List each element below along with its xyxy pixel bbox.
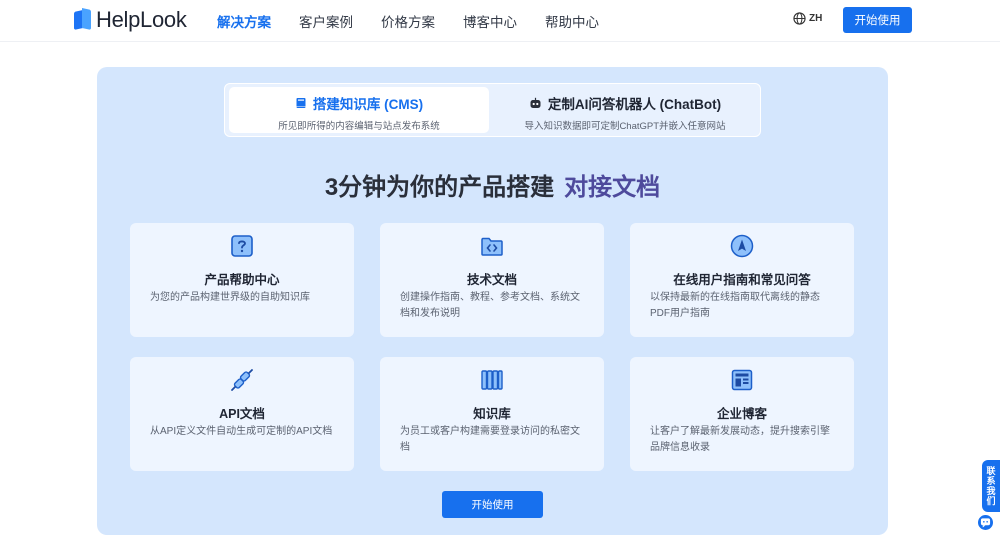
nav-item-blog[interactable]: 博客中心 <box>463 11 517 31</box>
language-switcher[interactable]: ZH <box>793 12 822 25</box>
top-navbar: HelpLook 解决方案 客户案例 价格方案 博客中心 帮助中心 ZH 开始使… <box>0 0 1000 42</box>
nav-item-pricing[interactable]: 价格方案 <box>381 11 435 31</box>
card-tech-docs[interactable]: 技术文档 创建操作指南、教程、参考文档、系统文档和发布说明 <box>380 223 604 337</box>
card-title: 技术文档 <box>466 273 517 287</box>
chat-icon <box>980 518 991 528</box>
heading-main: 3分钟为你的产品搭建 <box>324 174 555 201</box>
chat-button[interactable] <box>976 513 995 532</box>
card-title: API文档 <box>219 407 265 421</box>
card-desc: 让客户了解最新发展动态，提升搜索引擎品牌信息收录 <box>650 426 830 453</box>
logo-text: HelpLook <box>96 7 187 32</box>
contact-us-tab[interactable]: 联系我们 <box>982 460 1000 512</box>
card-title: 企业博客 <box>716 407 767 421</box>
book-icon <box>295 97 307 109</box>
nav-item-customers[interactable]: 客户案例 <box>299 11 353 31</box>
card-user-guide[interactable]: 在线用户指南和常见问答 以保持最新的在线指南取代离线的静态PDF用户指南 <box>630 223 854 337</box>
card-title: 知识库 <box>473 407 511 421</box>
main-nav: 解决方案 客户案例 价格方案 博客中心 帮助中心 <box>217 0 627 42</box>
solutions-panel: 搭建知识库 (CMS) 所见即所得的内容编辑与站点发布系统 定制AI问答机器人 … <box>97 67 888 535</box>
logo[interactable]: HelpLook <box>74 7 187 33</box>
heading-highlight: 对接文档 <box>564 174 661 201</box>
card-desc: 创建操作指南、教程、参考文档、系统文档和发布说明 <box>400 292 580 319</box>
nav-item-help[interactable]: 帮助中心 <box>545 11 599 31</box>
books-icon <box>380 368 604 392</box>
card-knowledge-base[interactable]: 知识库 为员工或客户构建需要登录访问的私密文档 <box>380 357 604 471</box>
page-heading: 3分钟为你的产品搭建 对接文档 <box>97 167 888 202</box>
tab-chatbot-title: 定制AI问答机器人 (ChatBot) <box>547 97 722 112</box>
card-desc: 为您的产品构建世界级的自助知识库 <box>150 292 310 303</box>
card-title: 产品帮助中心 <box>204 273 280 287</box>
card-title: 在线用户指南和常见问答 <box>673 273 811 287</box>
globe-icon <box>793 12 806 25</box>
card-company-blog[interactable]: 企业博客 让客户了解最新发展动态，提升搜索引擎品牌信息收录 <box>630 357 854 471</box>
plug-icon <box>130 368 354 392</box>
language-label: ZH <box>809 13 823 24</box>
start-button-header[interactable]: 开始使用 <box>843 7 912 33</box>
tab-cms[interactable]: 搭建知识库 (CMS) 所见即所得的内容编辑与站点发布系统 <box>229 87 489 133</box>
blog-icon <box>630 368 854 392</box>
nav-item-solutions[interactable]: 解决方案 <box>217 11 271 31</box>
tab-cms-title: 搭建知识库 (CMS) <box>312 97 424 112</box>
tab-chatbot[interactable]: 定制AI问答机器人 (ChatBot) 导入知识数据即可定制ChatGPT并嵌入… <box>493 87 757 133</box>
robot-icon <box>529 97 542 109</box>
code-folder-icon <box>380 234 604 258</box>
card-help-center[interactable]: 产品帮助中心 为您的产品构建世界级的自助知识库 <box>130 223 354 337</box>
tab-cms-subtitle: 所见即所得的内容编辑与站点发布系统 <box>278 121 440 132</box>
product-switcher: 搭建知识库 (CMS) 所见即所得的内容编辑与站点发布系统 定制AI问答机器人 … <box>224 83 761 137</box>
question-icon <box>130 234 354 258</box>
card-desc: 为员工或客户构建需要登录访问的私密文档 <box>400 426 580 453</box>
helplook-logo-icon <box>74 8 92 31</box>
card-desc: 以保持最新的在线指南取代离线的静态PDF用户指南 <box>650 292 820 319</box>
tab-chatbot-subtitle: 导入知识数据即可定制ChatGPT并嵌入任意网站 <box>524 121 726 132</box>
start-button-main[interactable]: 开始使用 <box>442 491 543 518</box>
navigation-icon <box>630 234 854 258</box>
card-desc: 从API定义文件自动生成可定制的API文档 <box>150 426 333 437</box>
card-api-docs[interactable]: API文档 从API定义文件自动生成可定制的API文档 <box>130 357 354 471</box>
